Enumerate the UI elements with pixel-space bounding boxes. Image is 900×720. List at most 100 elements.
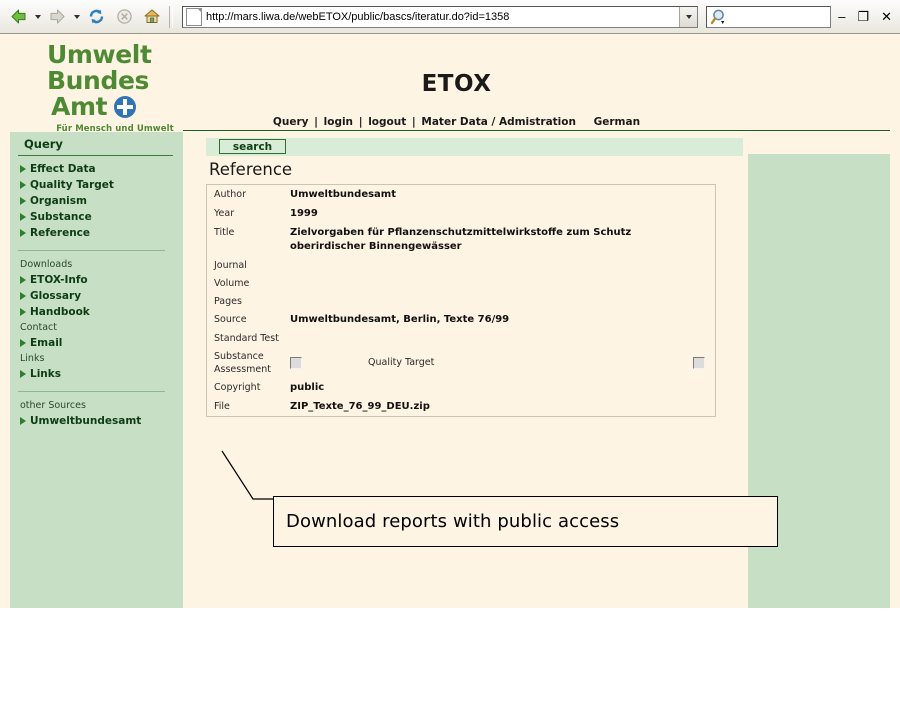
field-label-journal: Journal — [214, 260, 247, 271]
annotation-text: Download reports with public access — [286, 511, 620, 532]
field-value-author: Umweltbundesamt — [290, 189, 397, 200]
substance-assessment-checkbox[interactable] — [290, 357, 302, 369]
section-title: Reference — [209, 160, 293, 179]
field-value-title: Zielvorgaben für Pflanzenschutzmittelwir… — [290, 227, 632, 252]
close-button[interactable]: ✕ — [881, 10, 892, 23]
nav-item-master-data-administration[interactable]: Mater Data / Admistration — [421, 116, 576, 128]
minimize-button[interactable]: – — [838, 10, 845, 23]
browser-toolbar: http://mars.liwa.de/webETOX/public/bascs… — [0, 0, 900, 34]
table-row: Year 1999 — [207, 204, 715, 223]
field-label-copyright: Copyright — [214, 382, 261, 393]
quality-target-checkbox[interactable] — [693, 357, 705, 369]
table-row: Copyright public — [207, 378, 715, 397]
table-row: Pages — [207, 292, 715, 310]
forward-button[interactable] — [43, 3, 71, 31]
sidebar-item-glossary[interactable]: Glossary — [16, 288, 183, 304]
restore-button[interactable]: ❐ — [857, 10, 869, 23]
address-bar[interactable]: http://mars.liwa.de/webETOX/public/bascs… — [182, 5, 698, 28]
page-title: ETOX — [421, 71, 492, 97]
sidebar-divider — [18, 391, 165, 392]
table-row: Journal — [207, 256, 715, 274]
field-value-volume — [290, 274, 715, 287]
forward-history-dropdown[interactable] — [71, 4, 82, 30]
bullet-arrow-icon — [20, 417, 26, 425]
nav-item-login[interactable]: login — [324, 116, 353, 128]
search-magnifier-icon — [710, 8, 730, 26]
bullet-arrow-icon — [20, 308, 26, 316]
page-icon — [186, 7, 202, 26]
bullet-arrow-icon — [20, 197, 26, 205]
table-row: Substance Assessment Quality Target — [207, 347, 715, 378]
sidebar-item-substance[interactable]: Substance — [16, 209, 183, 225]
stop-icon — [116, 9, 132, 24]
sidebar-item-reference[interactable]: Reference — [16, 225, 183, 241]
browser-search-box[interactable] — [706, 5, 831, 28]
stop-button[interactable] — [110, 3, 138, 31]
sidebar-group-other-sources: other Sources Umweltbundesamt — [10, 398, 183, 429]
chevron-down-icon — [73, 14, 80, 19]
bullet-arrow-icon — [20, 370, 26, 378]
bullet-arrow-icon — [20, 213, 26, 221]
logo-amt-row: Amt — [43, 94, 183, 120]
refresh-button[interactable] — [82, 3, 110, 31]
field-label-year: Year — [214, 208, 235, 219]
address-bar-dropdown[interactable] — [679, 6, 697, 27]
bullet-arrow-icon — [20, 292, 26, 300]
sidebar-item-label: Glossary — [30, 290, 82, 302]
header-divider — [183, 130, 890, 131]
table-row: Source Umweltbundesamt, Berlin, Texte 76… — [207, 310, 715, 329]
home-button[interactable] — [138, 3, 166, 31]
sidebar-item-umweltbundesamt[interactable]: Umweltbundesamt — [16, 413, 183, 429]
nav-separator: | — [411, 116, 416, 128]
sidebar-item-handbook[interactable]: Handbook — [16, 304, 183, 320]
logo-line-2: Bundes — [47, 66, 149, 95]
table-row: File ZIP_Texte_76_99_DEU.zip — [207, 397, 715, 416]
table-row: Volume — [207, 274, 715, 292]
sidebar-divider — [18, 250, 165, 251]
sidebar-item-etox-info[interactable]: ETOX-Info — [16, 272, 183, 288]
sidebar-item-links[interactable]: Links — [16, 366, 183, 382]
page-viewport: Umwelt Bundes Amt Für Mensch und Umwelt … — [0, 34, 900, 608]
sidebar-item-quality-target[interactable]: Quality Target — [16, 177, 183, 193]
sidebar-group-heading: Contact — [20, 322, 57, 333]
sidebar-group-links: Links Links — [10, 351, 183, 382]
sidebar-item-email[interactable]: Email — [16, 335, 183, 351]
field-label-substance-assessment: Substance Assessment — [214, 351, 271, 375]
field-value-pages — [290, 292, 715, 305]
nav-item-logout[interactable]: logout — [368, 116, 406, 128]
table-row: Standard Test — [207, 329, 715, 347]
field-label-standard-test: Standard Test — [214, 333, 279, 344]
search-button[interactable]: search — [219, 139, 286, 154]
field-value-file[interactable]: ZIP_Texte_76_99_DEU.zip — [290, 397, 715, 416]
sidebar-links-list: Links — [10, 366, 183, 382]
sidebar-item-label: Links — [30, 368, 61, 380]
sidebar-item-effect-data[interactable]: Effect Data — [16, 161, 183, 177]
nav-item-german[interactable]: German — [594, 116, 640, 128]
uba-emblem-icon — [114, 96, 137, 118]
nav-item-query[interactable]: Query — [273, 116, 309, 128]
bullet-arrow-icon — [20, 276, 26, 284]
bullet-arrow-icon — [20, 165, 26, 173]
sidebar-downloads-list: ETOX-Info Glossary Handbook — [10, 272, 183, 320]
field-value-source: Umweltbundesamt, Berlin, Texte 76/99 — [290, 314, 510, 325]
forward-arrow-icon — [50, 9, 64, 24]
sidebar-contact-list: Email — [10, 335, 183, 351]
top-navigation: Query | login | logout | Mater Data / Ad… — [183, 116, 890, 128]
sidebar-group-downloads: Downloads ETOX-Info Glossary Handbook — [10, 257, 183, 320]
back-history-dropdown[interactable] — [32, 4, 43, 30]
toolbar-separator — [169, 5, 173, 28]
field-value-substance-assessment: Quality Target — [290, 347, 715, 372]
sidebar-item-label: Handbook — [30, 306, 90, 318]
checkbox-row: Quality Target — [290, 350, 709, 370]
sidebar: Query Effect Data Quality Target Organis… — [10, 132, 183, 608]
back-button[interactable] — [4, 3, 32, 31]
header-title-block: ETOX Query | login | logout | Mater Data… — [183, 34, 890, 131]
sidebar-item-label: ETOX-Info — [30, 274, 88, 286]
sidebar-section-title: Query — [24, 137, 63, 151]
sidebar-item-organism[interactable]: Organism — [16, 193, 183, 209]
sidebar-item-label: Organism — [30, 195, 87, 207]
reference-detail-table: Author Umweltbundesamt Year 1999 Title Z… — [206, 184, 716, 417]
sidebar-group-heading: Downloads — [20, 259, 73, 270]
uba-logo[interactable]: Umwelt Bundes Amt Für Mensch und Umwelt — [43, 42, 183, 135]
back-arrow-icon — [11, 9, 25, 24]
